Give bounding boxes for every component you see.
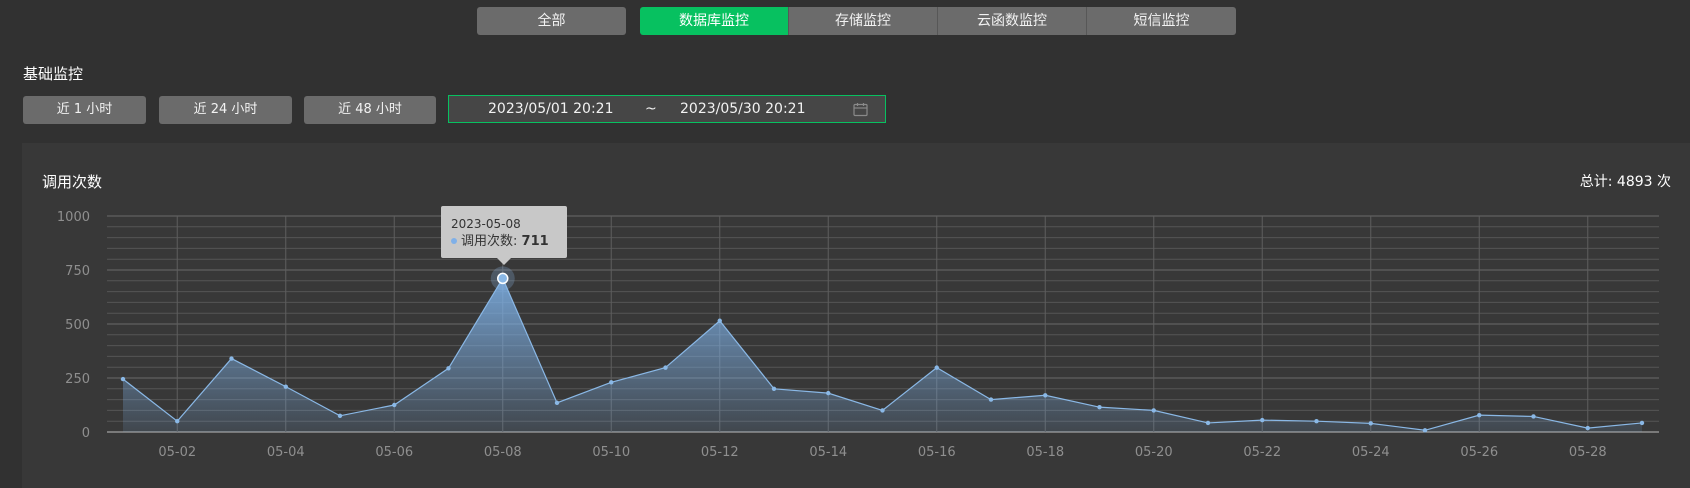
data-point: [988, 397, 994, 402]
x-tick-label: 05-22: [1243, 445, 1281, 460]
data-point: [663, 365, 668, 370]
data-point: [1043, 393, 1048, 398]
chart-tooltip: 2023-05-08 调用次数: 711: [441, 206, 567, 265]
x-tick-label: 05-26: [1460, 445, 1498, 460]
y-tick-label: 250: [65, 372, 90, 387]
data-point: [1368, 421, 1373, 426]
y-tick-label: 1000: [57, 210, 90, 225]
series-dot-icon: [451, 238, 457, 244]
data-point: [717, 318, 722, 323]
data-point: [880, 408, 885, 413]
tooltip-row: 调用次数: 711: [451, 233, 567, 251]
data-point: [1585, 425, 1590, 431]
data-point: [1314, 419, 1319, 424]
data-point: [392, 402, 397, 408]
y-tick-label: 750: [65, 264, 90, 279]
data-point: [337, 413, 343, 418]
x-tick-label: 05-12: [701, 445, 739, 460]
data-point: [554, 400, 560, 406]
data-point: [609, 380, 614, 385]
x-tick-label: 05-16: [918, 445, 956, 460]
y-tick-label: 500: [65, 318, 90, 333]
x-tick-label: 05-10: [592, 445, 630, 460]
y-axis-ticks: 0 250 500 750 1000: [57, 210, 90, 441]
data-point: [120, 376, 126, 382]
x-tick-label: 05-14: [809, 445, 847, 460]
x-axis-ticks: 05-02 05-04 05-06 05-08 05-10 05-12 05-14 05-16…: [158, 445, 1606, 460]
tooltip-value: 711: [521, 234, 549, 249]
data-point: [771, 386, 777, 391]
x-tick-label: 05-28: [1569, 445, 1607, 460]
y-tick-label: 0: [82, 426, 90, 441]
data-point: [826, 390, 831, 396]
x-tick-label: 05-04: [267, 445, 305, 460]
data-point: [1097, 404, 1102, 410]
chart-grid-horizontal: [107, 215, 1659, 433]
x-tick-label: 05-24: [1352, 445, 1390, 460]
tooltip-series-name: 调用次数: [461, 234, 514, 249]
data-point: [1477, 412, 1482, 418]
data-point: [1260, 417, 1265, 423]
data-point: [1151, 408, 1156, 413]
series-line: [122, 277, 1643, 431]
data-point: [1639, 420, 1645, 426]
data-point: [1531, 414, 1536, 419]
tooltip-date: 2023-05-08: [451, 217, 521, 231]
x-tick-label: 05-20: [1135, 445, 1173, 460]
data-point: [934, 365, 939, 370]
x-tick-label: 05-06: [375, 445, 413, 460]
call-count-chart[interactable]: 0 250 500 750 1000 05-02 05-04 05-06 05-08 05-10…: [0, 0, 1690, 488]
data-point-highlight: [497, 272, 509, 285]
data-point: [446, 366, 451, 371]
x-tick-label: 05-02: [158, 445, 196, 460]
data-point: [229, 356, 234, 361]
data-point: [1205, 420, 1211, 426]
data-point: [175, 419, 180, 424]
data-point: [1422, 428, 1428, 433]
data-point: [283, 384, 288, 389]
x-tick-label: 05-18: [1026, 445, 1064, 460]
x-tick-label: 05-08: [484, 445, 522, 460]
